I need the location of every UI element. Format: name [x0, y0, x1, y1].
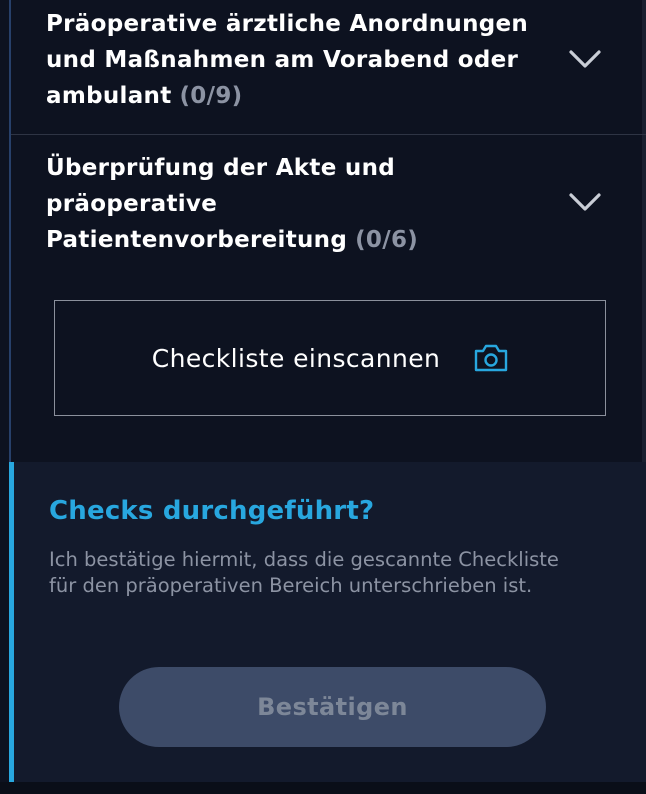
scan-checklist-label: Checkliste einscannen: [151, 343, 441, 373]
confirmation-panel: Checks durchgeführt? Ich bestätige hierm…: [11, 462, 646, 782]
confirmation-accent-bar: [9, 462, 14, 782]
section-progress-count: (0/6): [355, 227, 419, 253]
confirmation-text: Ich bestätige hiermit, dass die gescannt…: [49, 548, 559, 597]
confirmation-heading: Checks durchgeführt?: [49, 496, 375, 526]
scan-checklist-button[interactable]: Checkliste einscannen: [54, 300, 606, 416]
bottom-edge: [0, 782, 646, 794]
chevron-down-icon[interactable]: [568, 42, 602, 76]
camera-icon: [475, 344, 508, 372]
accordion-section-preop-orders[interactable]: Präoperative ärztliche Anordnungen und M…: [11, 0, 646, 134]
checklist-screen: Präoperative ärztliche Anordnungen und M…: [0, 0, 646, 794]
confirm-button[interactable]: Bestätigen: [119, 667, 546, 747]
section-title-text: Präoperative ärztliche Anordnungen und M…: [46, 11, 529, 109]
section-title: Präoperative ärztliche Anordnungen und M…: [46, 6, 546, 114]
accordion-section-record-review[interactable]: Überprüfung der Akte und präoperative Pa…: [11, 135, 646, 462]
section-title-text: Überprüfung der Akte und präoperative Pa…: [46, 155, 396, 253]
section-title: Überprüfung der Akte und präoperative Pa…: [46, 150, 546, 258]
chevron-down-icon[interactable]: [568, 185, 602, 219]
section-progress-count: (0/9): [179, 83, 243, 109]
